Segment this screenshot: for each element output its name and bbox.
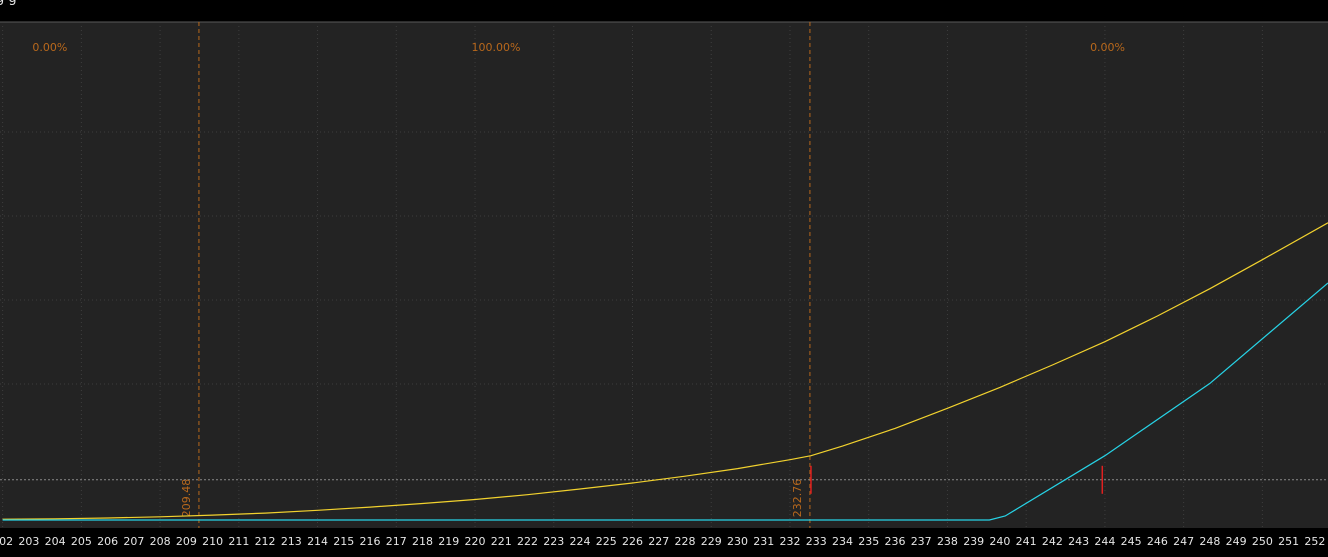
x-tick-label: 238 <box>937 535 958 548</box>
x-tick-label: 217 <box>386 535 407 548</box>
x-tick-label: 218 <box>412 535 433 548</box>
x-tick-label: 241 <box>1016 535 1037 548</box>
x-tick-label: 229 <box>701 535 722 548</box>
expected-move-label: 232.76 <box>791 479 804 518</box>
x-tick-label: 206 <box>97 535 118 548</box>
x-tick-label: 202 <box>0 535 13 548</box>
x-tick-label: 203 <box>18 535 39 548</box>
x-tick-label: 224 <box>570 535 591 548</box>
x-tick-label: 214 <box>307 535 328 548</box>
expected-move-label: 209.48 <box>180 479 193 518</box>
x-tick-label: 205 <box>71 535 92 548</box>
x-tick-label: 245 <box>1121 535 1142 548</box>
x-tick-label: 243 <box>1068 535 1089 548</box>
x-tick-label: 236 <box>884 535 905 548</box>
x-tick-label: 207 <box>123 535 144 548</box>
x-tick-label: 227 <box>648 535 669 548</box>
x-tick-label: 215 <box>333 535 354 548</box>
x-tick-label: 235 <box>858 535 879 548</box>
x-tick-label: 219 <box>438 535 459 548</box>
risk-profile-chart: 209.48 232.76 0.00% 100.00% 0.00% 202 203 204… <box>0 21 1328 557</box>
x-tick-label: 232 <box>779 535 800 548</box>
x-tick-label: 212 <box>255 535 276 548</box>
x-tick-label: 221 <box>491 535 512 548</box>
x-tick-label: 223 <box>543 535 564 548</box>
x-tick-label: 208 <box>150 535 171 548</box>
x-tick-label: 250 <box>1252 535 1273 548</box>
x-tick-label: 222 <box>517 535 538 548</box>
x-tick-label: 204 <box>45 535 66 548</box>
probability-label: 0.00% <box>32 41 67 54</box>
x-tick-label: 239 <box>963 535 984 548</box>
x-tick-label: 225 <box>596 535 617 548</box>
x-tick-label: 237 <box>911 535 932 548</box>
x-tick-label: 211 <box>228 535 249 548</box>
x-tick-label: 234 <box>832 535 853 548</box>
x-tick-label: 244 <box>1094 535 1115 548</box>
x-tick-label: 252 <box>1304 535 1325 548</box>
x-tick-label: 233 <box>806 535 827 548</box>
x-tick-label: 213 <box>281 535 302 548</box>
x-tick-label: 209 <box>176 535 197 548</box>
x-tick-label: 220 <box>465 535 486 548</box>
x-tick-label: 231 <box>753 535 774 548</box>
x-tick-label: 216 <box>360 535 381 548</box>
probability-label: 100.00% <box>472 41 521 54</box>
x-tick-label: 247 <box>1173 535 1194 548</box>
x-tick-label: 228 <box>674 535 695 548</box>
x-tick-label: 242 <box>1042 535 1063 548</box>
x-tick-label: 246 <box>1147 535 1168 548</box>
x-tick-label: 249 <box>1226 535 1247 548</box>
x-tick-label: 251 <box>1278 535 1299 548</box>
x-tick-label: 210 <box>202 535 223 548</box>
probability-label: 0.00% <box>1090 41 1125 54</box>
x-tick-label: 230 <box>727 535 748 548</box>
x-tick-label: 240 <box>989 535 1010 548</box>
x-tick-label: 248 <box>1199 535 1220 548</box>
x-tick-label: 226 <box>622 535 643 548</box>
